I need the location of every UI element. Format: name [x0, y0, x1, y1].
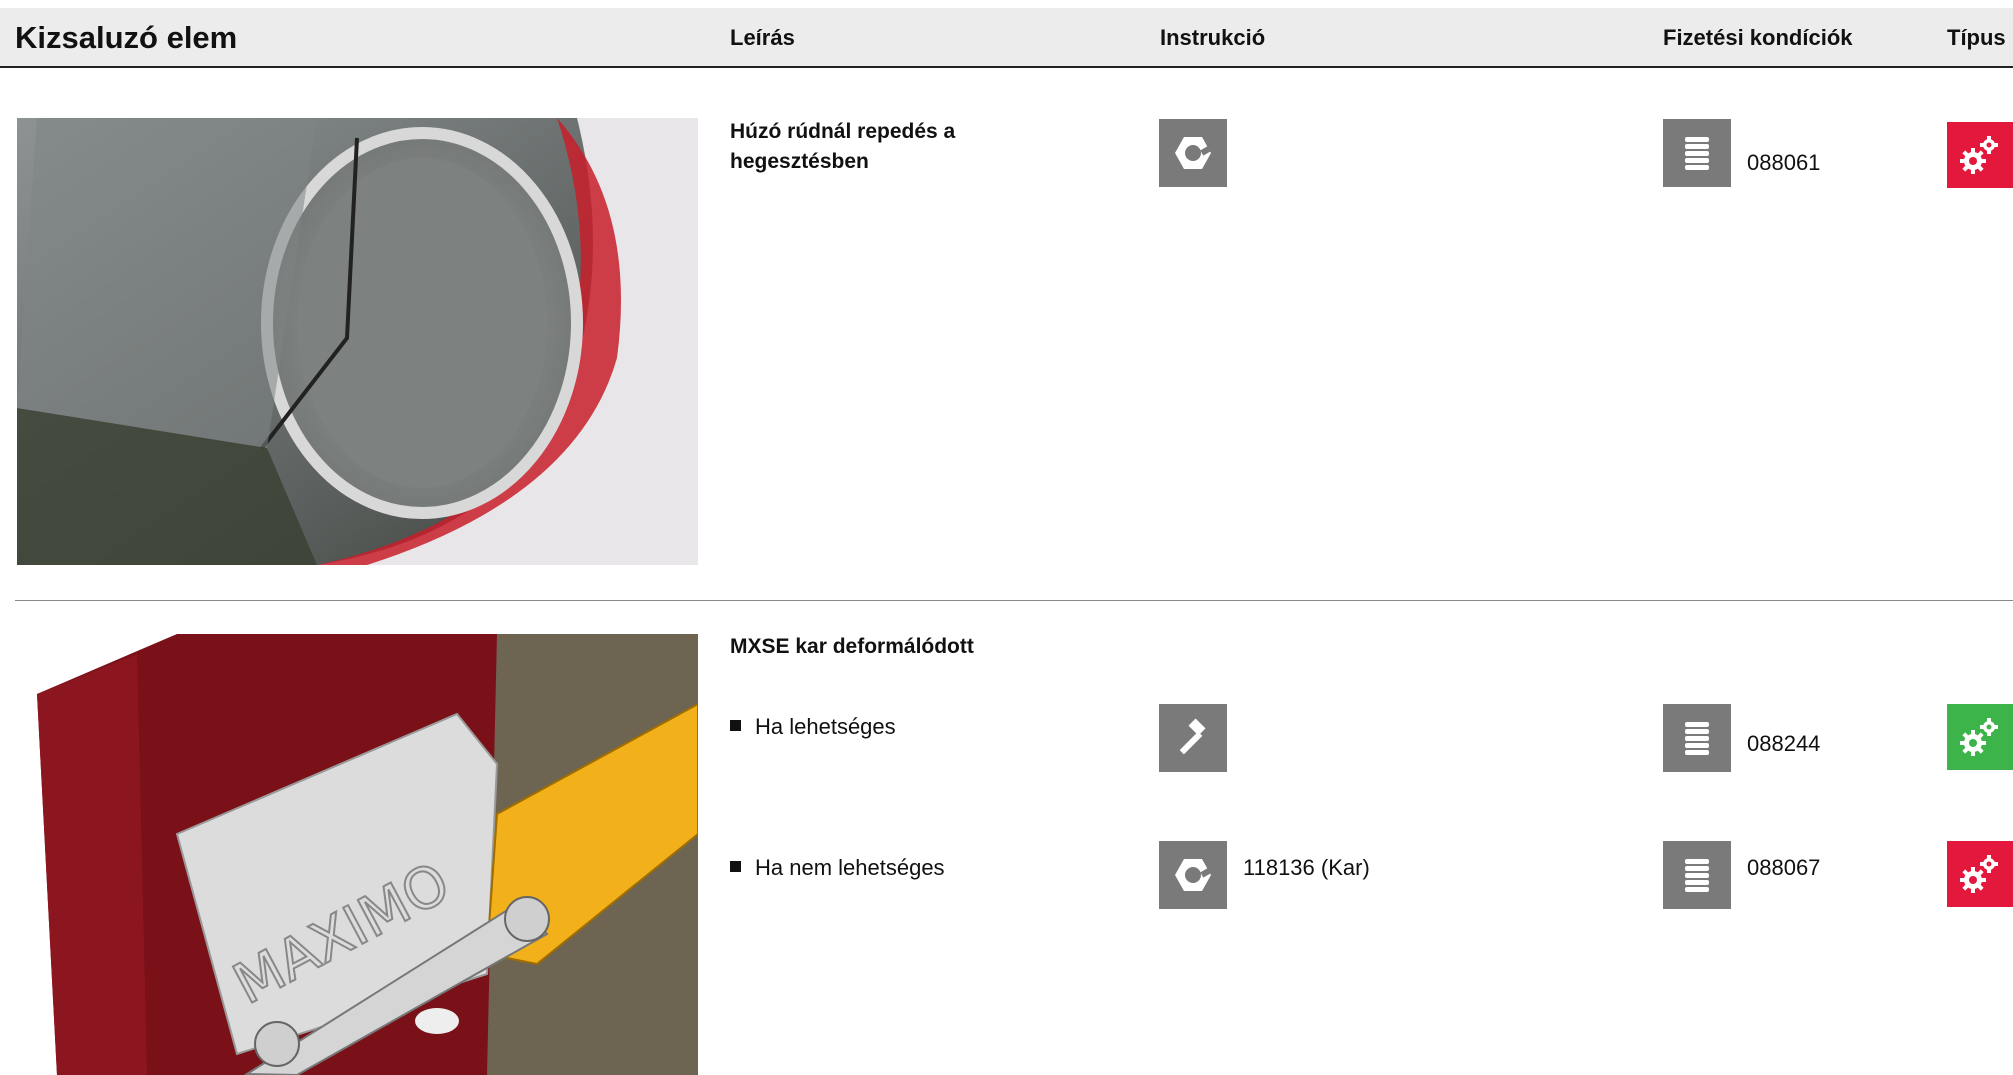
hammer-icon — [1159, 704, 1227, 772]
bullet-square — [730, 720, 741, 731]
table-header: Kizsaluzó elem Leírás Instrukció Fizetés… — [0, 8, 2013, 68]
header-type: Típus — [1947, 25, 2006, 50]
option2-instruction-text: 118136 (Kar) — [1243, 855, 1370, 880]
coin-stack-icon — [1663, 119, 1731, 187]
row2-description: MXSE kar deformálódott — [730, 635, 974, 658]
coin-stack-icon — [1663, 704, 1731, 772]
gears-icon — [1947, 841, 2013, 907]
gears-icon — [1947, 704, 2013, 770]
header-title: Kizsaluzó elem — [15, 20, 238, 55]
header-payment: Fizetési kondíciók — [1663, 25, 1853, 50]
row-divider — [15, 600, 2013, 601]
option-label: Ha lehetséges — [755, 714, 896, 739]
option2-payment-code: 088067 — [1747, 855, 1821, 880]
row1-payment-code: 088061 — [1747, 150, 1821, 175]
coin-stack-icon — [1663, 841, 1731, 909]
hex-nut-icon — [1159, 841, 1227, 909]
header-description: Leírás — [730, 25, 795, 50]
hex-nut-icon — [1159, 119, 1227, 187]
row1-description: Húzó rúdnál repedés a hegesztésben — [730, 120, 956, 173]
weld-crack-photo — [17, 118, 698, 565]
bullet-square — [730, 861, 741, 872]
header-instruction: Instrukció — [1160, 25, 1266, 50]
maximo-lever-photo: MAXIMO — [17, 634, 698, 1075]
option-if-not-possible: Ha nem lehetséges — [730, 855, 945, 881]
gears-icon — [1947, 122, 2013, 188]
option-label: Ha nem lehetséges — [755, 855, 945, 880]
option-if-possible: Ha lehetséges — [730, 714, 896, 740]
option1-payment-code: 088244 — [1747, 731, 1821, 756]
